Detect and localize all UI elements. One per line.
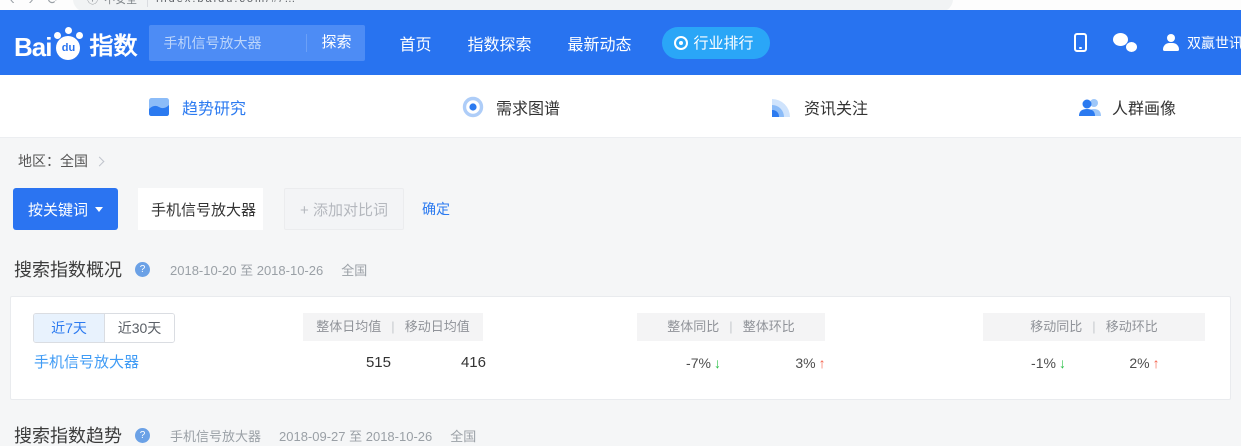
baidu-index-logo[interactable]: Bai du 指数 — [14, 26, 137, 60]
overall-daily-avg-value: 515 — [321, 352, 391, 374]
forward-icon[interactable]: › — [29, 0, 34, 7]
back-icon[interactable]: ‹ — [10, 0, 15, 7]
column-header-mobile-compare: 移动同比|移动环比 — [983, 313, 1205, 341]
keyword-filter-row: 按关键词 + 添加对比词 确定 — [13, 188, 1231, 230]
trend-chart-icon — [148, 96, 170, 118]
help-icon[interactable]: ? — [135, 428, 150, 443]
overview-region: 全国 — [341, 260, 367, 279]
tab-trend-research[interactable]: 趋势研究 — [148, 75, 246, 138]
keyword-mode-dropdown[interactable]: 按关键词 — [13, 188, 118, 230]
mobile-mom-value: 2%↑ — [1102, 352, 1187, 374]
overview-date-range: 2018-10-20 至 2018-10-26 — [170, 260, 323, 279]
tab-crowd-portrait[interactable]: 人群画像 — [1078, 75, 1176, 138]
tab-label: 资讯关注 — [804, 95, 868, 119]
add-compare-button[interactable]: + 添加对比词 — [284, 188, 404, 230]
refresh-icon[interactable]: ⟳ — [47, 0, 59, 8]
overall-yoy-value: -7%↓ — [661, 352, 746, 374]
trend-region: 全国 — [450, 426, 476, 445]
wechat-icon[interactable] — [1113, 33, 1137, 52]
header-right: 双赢世讯 — [1074, 33, 1241, 53]
nav-home[interactable]: 首页 — [399, 31, 431, 55]
arrow-down-icon: ↓ — [1059, 355, 1066, 371]
mobile-daily-avg-value: 416 — [416, 352, 486, 374]
header-search-box[interactable]: 手机信号放大器 探索 — [149, 25, 365, 61]
overview-section-header: 搜索指数概况 ? 2018-10-20 至 2018-10-26 全国 — [14, 256, 1231, 282]
header-nav: 首页 指数探索 最新动态 — [399, 31, 667, 55]
column-header-overall-compare: 整体同比|整体环比 — [637, 313, 825, 341]
trend-title: 搜索指数趋势 — [14, 422, 122, 446]
url-text: index.baidu.com/#/… — [156, 0, 297, 5]
tab-demand-graph[interactable]: 需求图谱 — [462, 75, 560, 138]
tab-label: 需求图谱 — [496, 95, 560, 119]
add-compare-label: + 添加对比词 — [300, 199, 388, 220]
address-bar[interactable]: ⓘ 不安全 index.baidu.com/#/… — [73, 0, 953, 10]
period-tabs: 近7天 近30天 — [33, 313, 175, 343]
page-content: 地区：全国 按关键词 + 添加对比词 确定 搜索指数概况 ? 2018-10-2… — [0, 138, 1241, 446]
overall-mom-value: 3%↑ — [768, 352, 853, 374]
confirm-button[interactable]: 确定 — [422, 199, 450, 219]
browser-bar: ‹ › ⟳ ⓘ 不安全 index.baidu.com/#/… — [0, 0, 1241, 10]
arrow-up-icon: ↑ — [819, 355, 826, 371]
industry-rank-label: 行业排行 — [694, 32, 754, 53]
arrow-down-icon: ↓ — [714, 355, 721, 371]
crowd-portrait-icon — [1078, 96, 1100, 118]
app-header: Bai du 指数 手机信号放大器 探索 首页 指数探索 最新动态 行业排行 双… — [0, 10, 1241, 75]
not-secure-label: 不安全 — [104, 0, 148, 7]
help-icon[interactable]: ? — [135, 262, 150, 277]
header-search-button[interactable]: 探索 — [306, 34, 365, 52]
overview-card: 近7天 近30天 整体日均值|移动日均值 整体同比|整体环比 移动同比|移动环比… — [10, 296, 1231, 400]
mobile-app-icon[interactable] — [1074, 33, 1087, 52]
mobile-yoy-value: -1%↓ — [1006, 352, 1091, 374]
trend-keyword: 手机信号放大器 — [170, 426, 261, 445]
trend-date-range: 2018-09-27 至 2018-10-26 — [279, 426, 432, 445]
region-label: 地区：全国 — [18, 151, 88, 171]
column-header-daily-avg: 整体日均值|移动日均值 — [303, 313, 483, 341]
trend-section-header: 搜索指数趋势 ? 手机信号放大器 2018-09-27 至 2018-10-26… — [14, 422, 1231, 446]
logo-product-text: 指数 — [89, 34, 137, 60]
user-icon[interactable] — [1163, 34, 1179, 51]
medal-icon — [674, 36, 688, 50]
news-radar-icon — [772, 97, 792, 117]
chevron-right-icon — [95, 157, 105, 167]
keyword-mode-label: 按关键词 — [28, 199, 88, 220]
row-keyword-link[interactable]: 手机信号放大器 — [34, 352, 139, 374]
page-info-icon[interactable]: ⓘ — [87, 0, 98, 7]
demand-graph-icon — [462, 96, 484, 118]
industry-rank-button[interactable]: 行业排行 — [662, 27, 770, 59]
tab-last-30-days[interactable]: 近30天 — [104, 314, 174, 342]
nav-latest-news[interactable]: 最新动态 — [568, 31, 632, 55]
baidu-paw-icon: du — [53, 26, 85, 60]
tab-last-7-days[interactable]: 近7天 — [34, 314, 104, 342]
username-label[interactable]: 双赢世讯 — [1187, 33, 1241, 53]
logo-bai-text: Bai — [14, 34, 51, 60]
section-nav: 趋势研究 需求图谱 资讯关注 人群画像 — [0, 75, 1241, 138]
nav-index-explore[interactable]: 指数探索 — [467, 31, 531, 55]
caret-down-icon — [95, 207, 103, 212]
header-search-value[interactable]: 手机信号放大器 — [149, 33, 306, 53]
keyword-input[interactable] — [138, 188, 263, 230]
overview-title: 搜索指数概况 — [14, 256, 122, 282]
tab-news-attention[interactable]: 资讯关注 — [772, 75, 868, 138]
arrow-up-icon: ↑ — [1153, 355, 1160, 371]
tab-label: 人群画像 — [1112, 95, 1176, 119]
region-selector[interactable]: 地区：全国 — [18, 151, 1231, 171]
tab-label: 趋势研究 — [182, 95, 246, 119]
